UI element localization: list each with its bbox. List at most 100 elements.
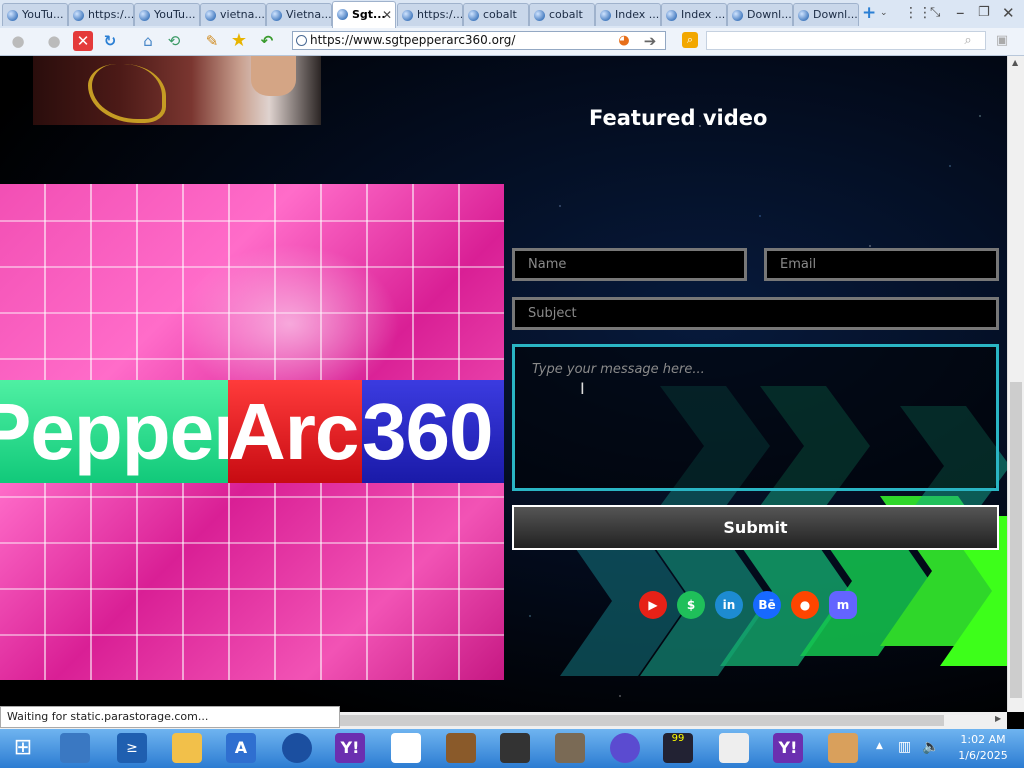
logo-text-pepper: Pepper — [0, 380, 228, 483]
file-explorer-icon[interactable] — [172, 733, 202, 763]
address-bar[interactable]: https://www.sgtpepperarc360.org/ — [292, 31, 666, 50]
archive-icon[interactable] — [446, 733, 476, 763]
yahoo-messenger-icon[interactable]: Y! — [773, 733, 803, 763]
windows-start-icon[interactable]: ⊞ — [8, 733, 38, 763]
tab-download-2[interactable]: Downl... — [793, 3, 859, 26]
edit-icon[interactable]: ✎ — [202, 31, 222, 51]
document-icon[interactable] — [391, 733, 421, 763]
camera-icon[interactable] — [500, 733, 530, 763]
tab-youtube-2[interactable]: YouTu... — [134, 3, 200, 26]
reader-icon[interactable] — [719, 733, 749, 763]
youtube-icon[interactable]: ▶ — [639, 591, 667, 619]
search-input[interactable] — [706, 31, 986, 50]
shrink-icon[interactable]: ⤡ — [930, 2, 940, 24]
mastodon-icon[interactable]: m — [829, 591, 857, 619]
tab-youtube-1[interactable]: YouTu... — [2, 3, 68, 26]
globe-icon — [534, 10, 545, 21]
forward-arrow-icon[interactable]: ● — [44, 31, 64, 51]
tab-cobalt-1[interactable]: cobalt — [463, 3, 529, 26]
youtube-favicon-icon — [7, 10, 18, 21]
app-a-icon[interactable]: A — [226, 733, 256, 763]
tab-https-1[interactable]: https:/... — [68, 3, 134, 26]
linkedin-icon[interactable]: in — [715, 591, 743, 619]
scroll-up-icon[interactable]: ▲ — [1012, 58, 1018, 67]
email-field[interactable]: Email — [764, 248, 999, 281]
scroll-right-icon[interactable]: ▶ — [995, 714, 1001, 723]
new-tab-plus-icon[interactable]: + — [862, 2, 876, 24]
tab-label: Sgt... — [352, 8, 386, 21]
status-bar: Waiting for static.parastorage.com... — [0, 706, 340, 728]
nav-toolbar: ● ● ✕ ↻ ⌂ ⟲ ✎ ★ ↶ https://www.sgtpeppera… — [0, 28, 1024, 56]
vertical-scrollbar[interactable]: ▲ — [1007, 56, 1024, 712]
vertical-scroll-thumb[interactable] — [1010, 382, 1022, 698]
tab-label: Downl... — [747, 8, 792, 21]
tab-label: Vietna... — [286, 8, 332, 21]
youtube-favicon-icon — [139, 10, 150, 21]
dollar-icon[interactable]: $ — [677, 591, 705, 619]
volume-muted-icon[interactable]: 🔈 — [922, 739, 939, 755]
back-arrow-icon[interactable]: ● — [8, 31, 28, 51]
home-icon[interactable]: ⌂ — [138, 31, 158, 51]
undo-icon[interactable]: ↶ — [257, 31, 277, 51]
taskbar: ⊞ ≥ A Y! 99 Y! ▲ ▥ 🔈 1:02 AM 1/6/2025 — [0, 729, 1024, 768]
tab-label: https:/... — [417, 8, 463, 21]
stop-icon[interactable]: ✕ — [73, 31, 93, 51]
clock-date: 1/6/2025 — [958, 749, 1008, 762]
tab-cobalt-2[interactable]: cobalt — [529, 3, 595, 26]
minimize-icon[interactable]: – — [956, 2, 965, 24]
gear-ball-icon[interactable] — [610, 733, 640, 763]
tab-index-2[interactable]: Index ... — [661, 3, 727, 26]
tab-label: Downl... — [813, 8, 858, 21]
behance-icon[interactable]: Bē — [753, 591, 781, 619]
terminal-99-icon[interactable]: 99 — [663, 733, 693, 763]
message-placeholder: Type your message here... — [532, 362, 705, 377]
restore-session-icon[interactable]: ⟲ — [164, 31, 184, 51]
globe-icon — [402, 10, 413, 21]
computer-icon[interactable] — [60, 733, 90, 763]
hand-image — [251, 56, 296, 96]
tab-label: Index ... — [615, 8, 660, 21]
tab-vietnam-2[interactable]: Vietna... — [266, 3, 332, 26]
tab-vietnam-1[interactable]: vietna... — [200, 3, 266, 26]
system-clock[interactable]: 1:02 AM 1/6/2025 — [952, 732, 1014, 764]
name-field[interactable]: Name — [512, 248, 747, 281]
tab-list-chevron-icon[interactable]: ⌄ — [880, 2, 888, 24]
subject-field[interactable]: Subject — [512, 297, 999, 330]
tab-https-2[interactable]: https:/... — [397, 3, 463, 26]
restore-icon[interactable]: ❐ — [978, 2, 990, 24]
bookmark-star-icon[interactable]: ★ — [229, 31, 249, 51]
submit-button[interactable]: Submit — [512, 505, 999, 550]
tab-index-1[interactable]: Index ... — [595, 3, 661, 26]
gimp-icon[interactable] — [555, 733, 585, 763]
tab-label: Index ... — [681, 8, 726, 21]
video-thumbnail[interactable] — [33, 56, 321, 125]
network-icon[interactable]: ▥ — [898, 739, 911, 755]
tab-download-1[interactable]: Downl... — [727, 3, 793, 26]
gold-braid-decoration — [88, 64, 166, 123]
sgt-pepper-arc360-logo: Pepper Arc 360 — [0, 184, 504, 680]
browser-logo-icon[interactable]: ◕ — [614, 31, 634, 51]
tab-label: YouTu... — [22, 8, 64, 21]
page-tools-icon[interactable]: ▣ — [992, 31, 1012, 51]
close-window-icon[interactable]: ✕ — [1002, 2, 1015, 24]
tab-sgt-active[interactable]: Sgt... ✕ — [332, 1, 396, 28]
reddit-icon[interactable]: ● — [791, 591, 819, 619]
powershell-icon[interactable]: ≥ — [117, 733, 147, 763]
search-magnifier-icon[interactable]: ⌕ — [958, 31, 978, 51]
paint-palette-icon[interactable] — [828, 733, 858, 763]
globe-icon — [732, 10, 743, 21]
go-arrow-icon[interactable]: ➔ — [640, 31, 660, 51]
close-tab-icon[interactable]: ✕ — [382, 2, 392, 28]
globe-icon — [600, 10, 611, 21]
tray-expand-icon[interactable]: ▲ — [876, 741, 883, 751]
tab-label: cobalt — [549, 8, 583, 21]
message-textarea[interactable]: Type your message here... — [512, 344, 999, 491]
sync-icon[interactable] — [282, 733, 312, 763]
yahoo-icon[interactable]: Y! — [335, 733, 365, 763]
site-info-icon[interactable] — [296, 35, 307, 46]
reload-icon[interactable]: ↻ — [100, 31, 120, 51]
logo-banner: Pepper Arc 360 — [0, 380, 504, 483]
tab-strip: YouTu... https:/... YouTu... vietna... V… — [0, 0, 1024, 29]
search-engine-icon[interactable]: ⌕ — [682, 32, 698, 48]
grid-menu-icon[interactable]: ⋮⋮ — [904, 2, 932, 24]
